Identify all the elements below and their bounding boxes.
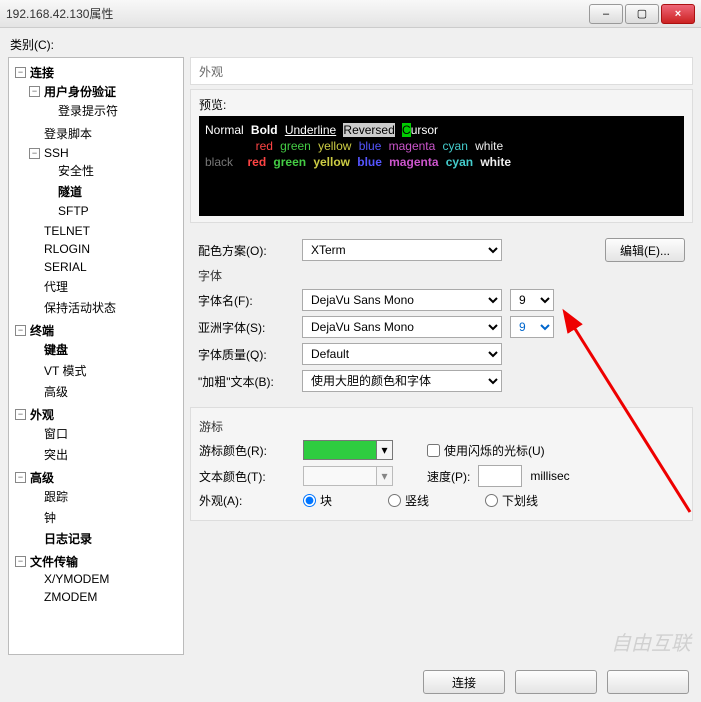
use-blink-checkbox[interactable]: 使用闪烁的光标(U) <box>427 442 545 459</box>
speed-unit: millisec <box>530 469 569 483</box>
cursor-color-label: 游标颜色(R): <box>199 442 295 459</box>
font-size-select[interactable]: 9 <box>510 289 554 311</box>
asian-font-size-select[interactable]: 9 <box>510 316 554 338</box>
tree-window[interactable]: 窗口 <box>42 425 70 442</box>
speed-label: 速度(P): <box>427 468 470 485</box>
tree-trace[interactable]: 跟踪 <box>42 488 70 505</box>
breadcrumb: 外观 <box>190 57 693 85</box>
font-section-title: 字体 <box>198 267 685 284</box>
font-name-select[interactable]: DejaVu Sans Mono <box>302 289 502 311</box>
category-label: 类别(C): <box>10 36 693 53</box>
tree-adv1[interactable]: 高级 <box>42 383 70 400</box>
tree-connection[interactable]: 连接 <box>28 64 56 81</box>
cursor-block-radio[interactable]: 块 <box>303 492 332 509</box>
font-name-label: 字体名(F): <box>198 292 294 309</box>
asian-font-select[interactable]: DejaVu Sans Mono <box>302 316 502 338</box>
tree-security[interactable]: 安全性 <box>56 162 96 179</box>
bold-text-label: "加粗"文本(B): <box>198 373 294 390</box>
asian-font-label: 亚洲字体(S): <box>198 319 294 336</box>
category-tree[interactable]: −连接 −用户身份验证 登录提示符 登录脚本 −SSH 安全性 隧道 SFTP <box>8 57 184 655</box>
watermark: 自由互联 <box>611 627 691 656</box>
close-button[interactable]: × <box>661 4 695 24</box>
tree-xymodem[interactable]: X/YMODEM <box>42 572 111 586</box>
connect-button[interactable]: 连接 <box>423 670 505 694</box>
tree-appearance[interactable]: 外观 <box>28 406 56 423</box>
tree-advanced[interactable]: 高级 <box>28 469 56 486</box>
terminal-preview: Normal Bold Underline Reversed Cursor re… <box>199 116 684 216</box>
tree-ssh[interactable]: SSH <box>42 146 71 160</box>
text-color-label: 文本颜色(T): <box>199 468 295 485</box>
cursor-underline-radio[interactable]: 下划线 <box>485 492 538 509</box>
footer-button-3[interactable] <box>607 670 689 694</box>
cursor-section: 游标 游标颜色(R): ▾ 使用闪烁的光标(U) 文本颜色(T): ▾ 速度(P… <box>190 407 693 521</box>
font-quality-select[interactable]: Default <box>302 343 502 365</box>
tree-vtmode[interactable]: VT 模式 <box>42 362 88 379</box>
tree-tunnel[interactable]: 隧道 <box>56 183 84 200</box>
cursor-color-picker[interactable]: ▾ <box>303 440 393 460</box>
footer-button-2[interactable] <box>515 670 597 694</box>
cursor-appearance-label: 外观(A): <box>199 492 295 509</box>
speed-input[interactable] <box>478 465 522 487</box>
tree-sftp[interactable]: SFTP <box>56 204 91 218</box>
preview-label: 预览: <box>199 96 684 113</box>
tree-zmodem[interactable]: ZMODEM <box>42 590 99 604</box>
tree-keepalive[interactable]: 保持活动状态 <box>42 299 118 316</box>
tree-telnet[interactable]: TELNET <box>42 224 92 238</box>
tree-log[interactable]: 日志记录 <box>42 530 94 547</box>
minimize-button[interactable]: – <box>589 4 623 24</box>
tree-auth[interactable]: 用户身份验证 <box>42 83 118 100</box>
tree-login-prompt[interactable]: 登录提示符 <box>56 102 120 119</box>
maximize-button[interactable]: ▢ <box>625 4 659 24</box>
font-quality-label: 字体质量(Q): <box>198 346 294 363</box>
tree-filetransfer[interactable]: 文件传输 <box>28 553 80 570</box>
preview-section: 预览: Normal Bold Underline Reversed Curso… <box>190 89 693 223</box>
cursor-section-title: 游标 <box>199 418 684 435</box>
window-title: 192.168.42.130属性 <box>6 5 113 22</box>
tree-highlight[interactable]: 突出 <box>42 446 70 463</box>
scheme-label: 配色方案(O): <box>198 242 294 259</box>
edit-scheme-button[interactable]: 编辑(E)... <box>605 238 685 262</box>
tree-keyboard[interactable]: 键盘 <box>42 341 70 358</box>
scheme-select[interactable]: XTerm <box>302 239 502 261</box>
tree-serial[interactable]: SERIAL <box>42 260 89 274</box>
cursor-vline-radio[interactable]: 竖线 <box>388 492 429 509</box>
bold-text-select[interactable]: 使用大胆的颜色和字体 <box>302 370 502 392</box>
title-bar: 192.168.42.130属性 – ▢ × <box>0 0 701 28</box>
tree-login-script[interactable]: 登录脚本 <box>42 125 94 142</box>
tree-bell[interactable]: 钟 <box>42 509 58 526</box>
tree-terminal[interactable]: 终端 <box>28 322 56 339</box>
tree-rlogin[interactable]: RLOGIN <box>42 242 92 256</box>
text-color-picker[interactable]: ▾ <box>303 466 393 486</box>
tree-proxy[interactable]: 代理 <box>42 278 70 295</box>
